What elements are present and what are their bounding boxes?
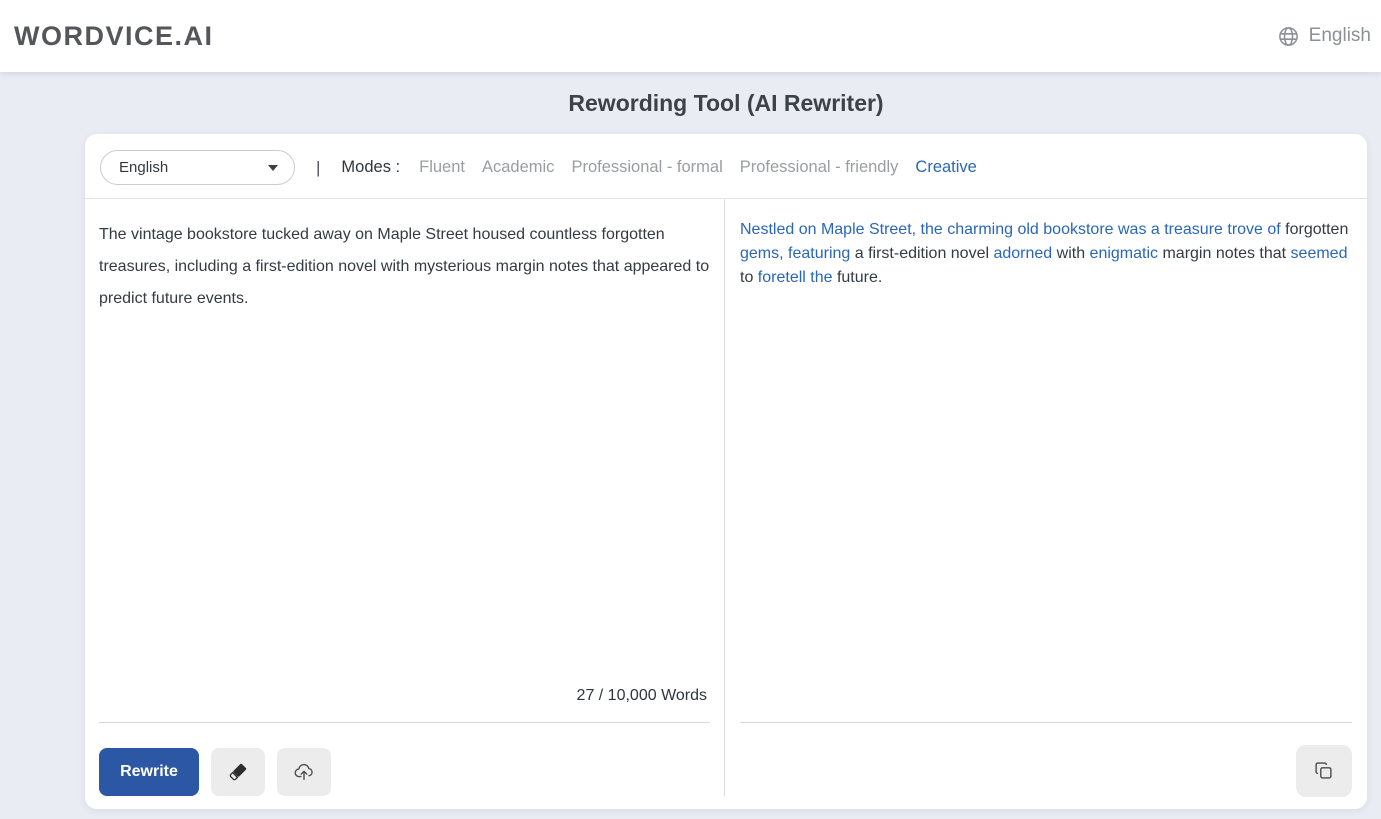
mode-creative[interactable]: Creative bbox=[915, 158, 976, 177]
rewriter-card: English | Modes : Fluent Academic Professi… bbox=[85, 134, 1367, 809]
changed-text-segment: seemed bbox=[1291, 245, 1348, 262]
editor-panels: The vintage bookstore tucked away on Map… bbox=[85, 199, 1367, 796]
rewrite-button[interactable]: Rewrite bbox=[99, 748, 199, 796]
top-header: WORDVICE.AI English bbox=[0, 0, 1381, 72]
modes-list: Fluent Academic Professional - formal Profe… bbox=[419, 158, 977, 177]
input-actions: Rewrite bbox=[99, 723, 710, 796]
eraser-icon bbox=[227, 761, 249, 783]
main-content: Rewording Tool (AI Rewriter) English | M… bbox=[0, 90, 1381, 809]
header-language-label: English bbox=[1309, 25, 1371, 47]
toolbar-separator: | bbox=[316, 158, 320, 178]
mode-academic[interactable]: Academic bbox=[482, 158, 554, 177]
changed-text-segment: Nestled on Maple Street, the charming ol… bbox=[740, 221, 1281, 238]
page-title: Rewording Tool (AI Rewriter) bbox=[0, 90, 1381, 117]
clear-button[interactable] bbox=[211, 748, 265, 796]
output-panel: Nestled on Maple Street, the charming ol… bbox=[725, 199, 1367, 796]
copy-icon bbox=[1313, 760, 1335, 782]
chevron-down-icon bbox=[268, 165, 278, 171]
modes-label: Modes : bbox=[341, 158, 400, 177]
unchanged-text-segment: with bbox=[1052, 245, 1089, 262]
mode-professional-formal[interactable]: Professional - formal bbox=[571, 158, 722, 177]
unchanged-text-segment: to bbox=[740, 269, 758, 286]
input-panel: The vintage bookstore tucked away on Map… bbox=[85, 199, 725, 796]
toolbar: English | Modes : Fluent Academic Professi… bbox=[85, 134, 1367, 199]
copy-button[interactable] bbox=[1296, 745, 1352, 797]
unchanged-text-segment: future. bbox=[833, 269, 883, 286]
word-count: 27 / 10,000 Words bbox=[99, 687, 710, 705]
unchanged-text-segment: forgotten bbox=[1281, 221, 1349, 238]
upload-button[interactable] bbox=[277, 748, 331, 796]
rewritten-text: Nestled on Maple Street, the charming ol… bbox=[740, 218, 1352, 722]
changed-text-segment: foretell the bbox=[758, 269, 833, 286]
changed-text-segment: adorned bbox=[993, 245, 1052, 262]
language-select[interactable]: English bbox=[100, 150, 295, 185]
language-switcher[interactable]: English bbox=[1277, 25, 1373, 48]
unchanged-text-segment: margin notes that bbox=[1158, 245, 1291, 262]
changed-text-segment: featuring bbox=[788, 245, 850, 262]
changed-text-segment: enigmatic bbox=[1090, 245, 1158, 262]
source-text-input[interactable]: The vintage bookstore tucked away on Map… bbox=[99, 219, 710, 687]
wordvice-logo[interactable]: WORDVICE.AI bbox=[14, 21, 214, 52]
mode-professional-friendly[interactable]: Professional - friendly bbox=[740, 158, 899, 177]
changed-text-segment: gems, bbox=[740, 245, 784, 262]
output-actions bbox=[740, 723, 1352, 796]
mode-fluent[interactable]: Fluent bbox=[419, 158, 465, 177]
unchanged-text-segment: a first-edition novel bbox=[850, 245, 993, 262]
language-select-value: English bbox=[119, 159, 168, 176]
globe-icon bbox=[1277, 25, 1300, 48]
cloud-upload-icon bbox=[293, 761, 315, 783]
